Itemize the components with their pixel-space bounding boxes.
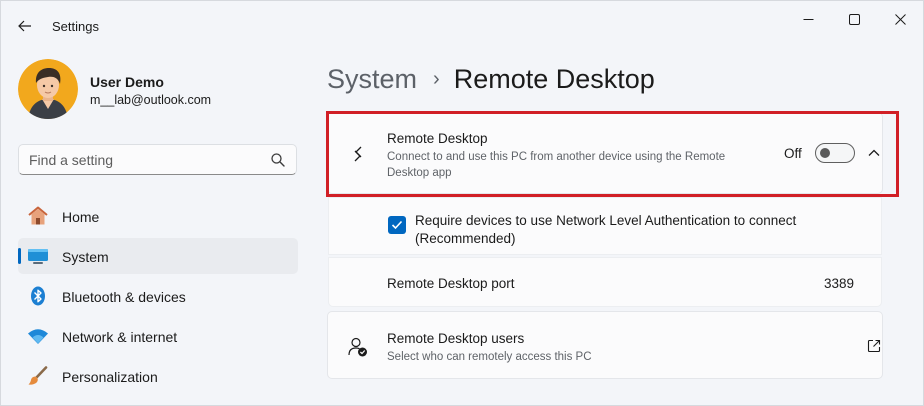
users-description: Select who can remotely access this PC bbox=[387, 351, 592, 363]
paintbrush-icon bbox=[27, 366, 49, 386]
wifi-icon bbox=[27, 326, 49, 346]
avatar[interactable] bbox=[18, 59, 78, 119]
remote-desktop-card[interactable]: Remote Desktop Connect to and use this P… bbox=[327, 112, 883, 194]
remote-desktop-users-card[interactable]: Remote Desktop users Select who can remo… bbox=[327, 311, 883, 379]
nav-label-network: Network & internet bbox=[62, 329, 178, 345]
checkmark-icon bbox=[391, 220, 403, 230]
nla-label-line2: (Recommended) bbox=[415, 231, 516, 246]
title-bar: Settings bbox=[1, 1, 923, 51]
nav-item-home[interactable]: Home bbox=[18, 198, 298, 234]
user-check-icon bbox=[348, 337, 367, 357]
port-value: 3389 bbox=[824, 276, 855, 291]
user-email: m__lab@outlook.com bbox=[90, 93, 212, 107]
nav-item-bluetooth[interactable]: Bluetooth & devices bbox=[18, 278, 298, 314]
remote-desktop-icon bbox=[354, 146, 362, 162]
app-title: Settings bbox=[52, 19, 99, 34]
open-external-icon[interactable] bbox=[866, 338, 882, 354]
nav-item-personalization[interactable]: Personalization bbox=[18, 358, 298, 394]
users-title: Remote Desktop users bbox=[387, 331, 525, 346]
back-button[interactable] bbox=[11, 13, 39, 39]
nla-label: Require devices to use Network Level Aut… bbox=[415, 212, 865, 248]
nav-item-system[interactable]: System bbox=[18, 238, 298, 274]
search-icon[interactable] bbox=[270, 152, 286, 168]
remote-desktop-description-line2: Desktop app bbox=[387, 167, 452, 179]
nav-label-system: System bbox=[62, 249, 109, 265]
active-indicator bbox=[18, 248, 21, 264]
breadcrumb: System › Remote Desktop bbox=[327, 59, 655, 99]
home-icon bbox=[27, 206, 49, 226]
nav-label-bluetooth: Bluetooth & devices bbox=[62, 289, 186, 305]
maximize-button[interactable] bbox=[831, 5, 877, 33]
remote-desktop-toggle[interactable] bbox=[815, 143, 855, 163]
nav-item-network[interactable]: Network & internet bbox=[18, 318, 298, 354]
back-arrow-icon bbox=[18, 20, 31, 32]
user-avatar-icon bbox=[18, 59, 78, 119]
search-box[interactable] bbox=[18, 144, 297, 175]
bluetooth-icon bbox=[27, 286, 49, 306]
nav-label-personalization: Personalization bbox=[62, 369, 158, 385]
nla-setting-row: Require devices to use Network Level Aut… bbox=[328, 197, 882, 255]
settings-window: Settings User Demo m__lab@outlook.com Fi… bbox=[0, 0, 924, 406]
system-monitor-icon bbox=[27, 246, 49, 266]
minimize-icon bbox=[803, 18, 813, 20]
chevron-up-icon[interactable] bbox=[866, 145, 882, 161]
search-input[interactable] bbox=[19, 145, 259, 174]
minimize-button[interactable] bbox=[785, 5, 831, 33]
breadcrumb-separator: › bbox=[433, 67, 440, 90]
toggle-state-label: Off bbox=[784, 146, 802, 161]
maximize-icon bbox=[848, 13, 860, 25]
user-name: User Demo bbox=[90, 74, 164, 90]
page-title: Remote Desktop bbox=[453, 63, 655, 94]
nla-checkbox[interactable] bbox=[388, 216, 406, 234]
nla-label-line1: Require devices to use Network Level Aut… bbox=[415, 213, 797, 228]
nav-label-home: Home bbox=[62, 209, 100, 225]
close-button[interactable] bbox=[877, 5, 923, 33]
toggle-knob bbox=[820, 148, 830, 158]
breadcrumb-parent[interactable]: System bbox=[327, 64, 417, 95]
remote-desktop-description-line1: Connect to and use this PC from another … bbox=[387, 151, 726, 163]
port-setting-row: Remote Desktop port 3389 bbox=[328, 257, 882, 307]
remote-desktop-title: Remote Desktop bbox=[387, 131, 488, 146]
port-label: Remote Desktop port bbox=[387, 276, 515, 291]
close-icon bbox=[894, 13, 906, 25]
